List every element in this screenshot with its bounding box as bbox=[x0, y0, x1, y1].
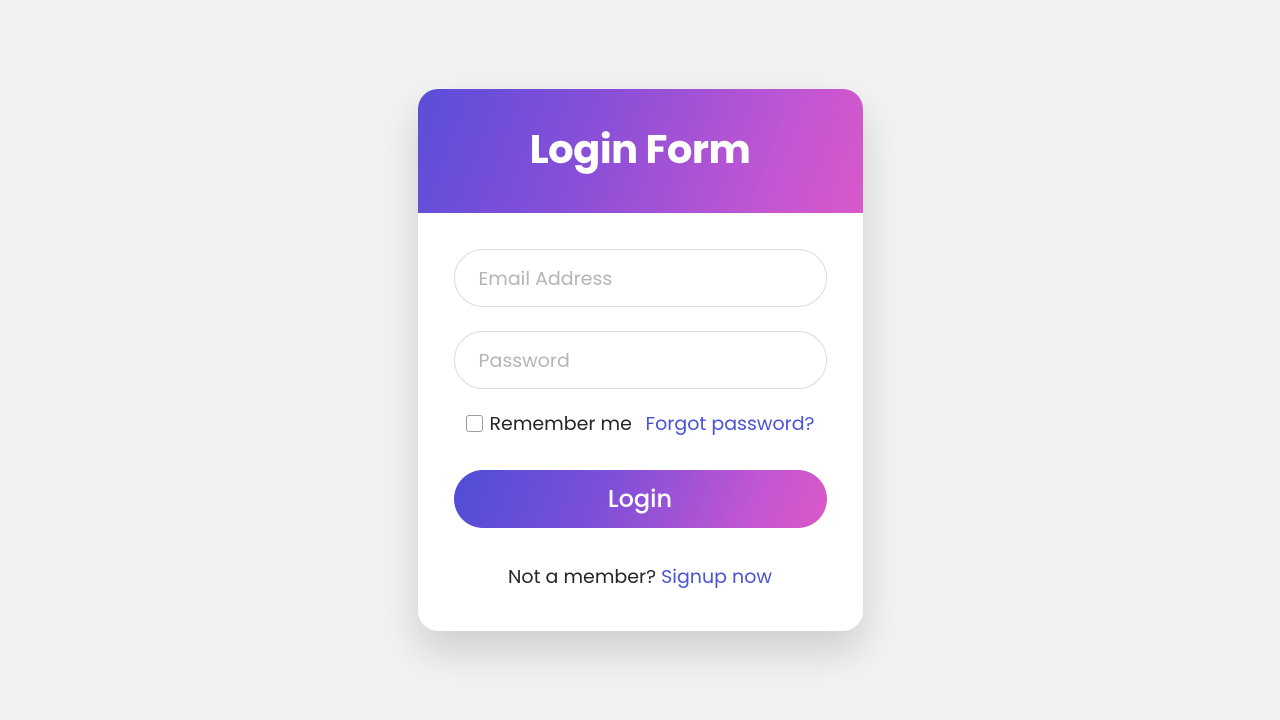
login-button[interactable]: Login bbox=[454, 470, 827, 528]
password-field[interactable] bbox=[454, 331, 827, 389]
login-form-body: Remember me Forgot password? Login Not a… bbox=[418, 213, 863, 631]
remember-me-checkbox[interactable] bbox=[466, 415, 483, 432]
forgot-password-link[interactable]: Forgot password? bbox=[646, 409, 815, 438]
login-card: Login Form Remember me Forgot password? … bbox=[418, 89, 863, 631]
signup-prompt: Not a member? bbox=[508, 563, 661, 590]
signup-row: Not a member? Signup now bbox=[454, 562, 827, 591]
login-header: Login Form bbox=[418, 89, 863, 213]
signup-link[interactable]: Signup now bbox=[661, 563, 772, 590]
email-field[interactable] bbox=[454, 249, 827, 307]
remember-me-label[interactable]: Remember me bbox=[466, 409, 632, 438]
remember-me-text: Remember me bbox=[490, 409, 632, 438]
options-row: Remember me Forgot password? bbox=[466, 409, 825, 438]
page-title: Login Form bbox=[418, 119, 863, 179]
